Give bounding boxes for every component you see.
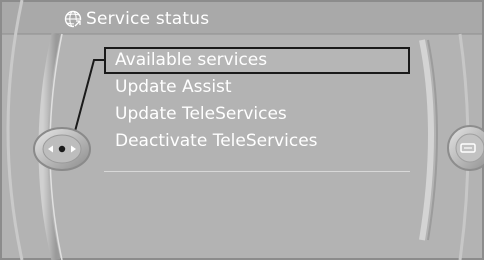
title-bar: Service status <box>64 6 209 32</box>
idrive-controller[interactable] <box>32 126 92 172</box>
menu-item-update-assist[interactable]: Update Assist <box>104 74 410 101</box>
menu-item-label: Update TeleServices <box>115 104 287 124</box>
options-icon <box>460 143 476 153</box>
menu-item-label: Deactivate TeleServices <box>115 131 318 151</box>
idrive-controller-icon <box>33 127 91 171</box>
options-knob[interactable] <box>458 139 482 157</box>
page-title: Service status <box>86 9 210 29</box>
service-status-screen: Service status Available services Update… <box>0 0 484 260</box>
menu-item-available-services[interactable]: Available services <box>104 47 410 74</box>
menu-item-label: Available services <box>115 50 268 70</box>
menu-item-label: Update Assist <box>115 77 232 97</box>
menu-divider <box>104 171 410 172</box>
menu-item-update-teleservices[interactable]: Update TeleServices <box>104 101 410 128</box>
service-menu: Available services Update Assist Update … <box>104 47 410 155</box>
service-globe-icon <box>64 10 82 28</box>
menu-item-deactivate-teleservices[interactable]: Deactivate TeleServices <box>104 128 410 155</box>
